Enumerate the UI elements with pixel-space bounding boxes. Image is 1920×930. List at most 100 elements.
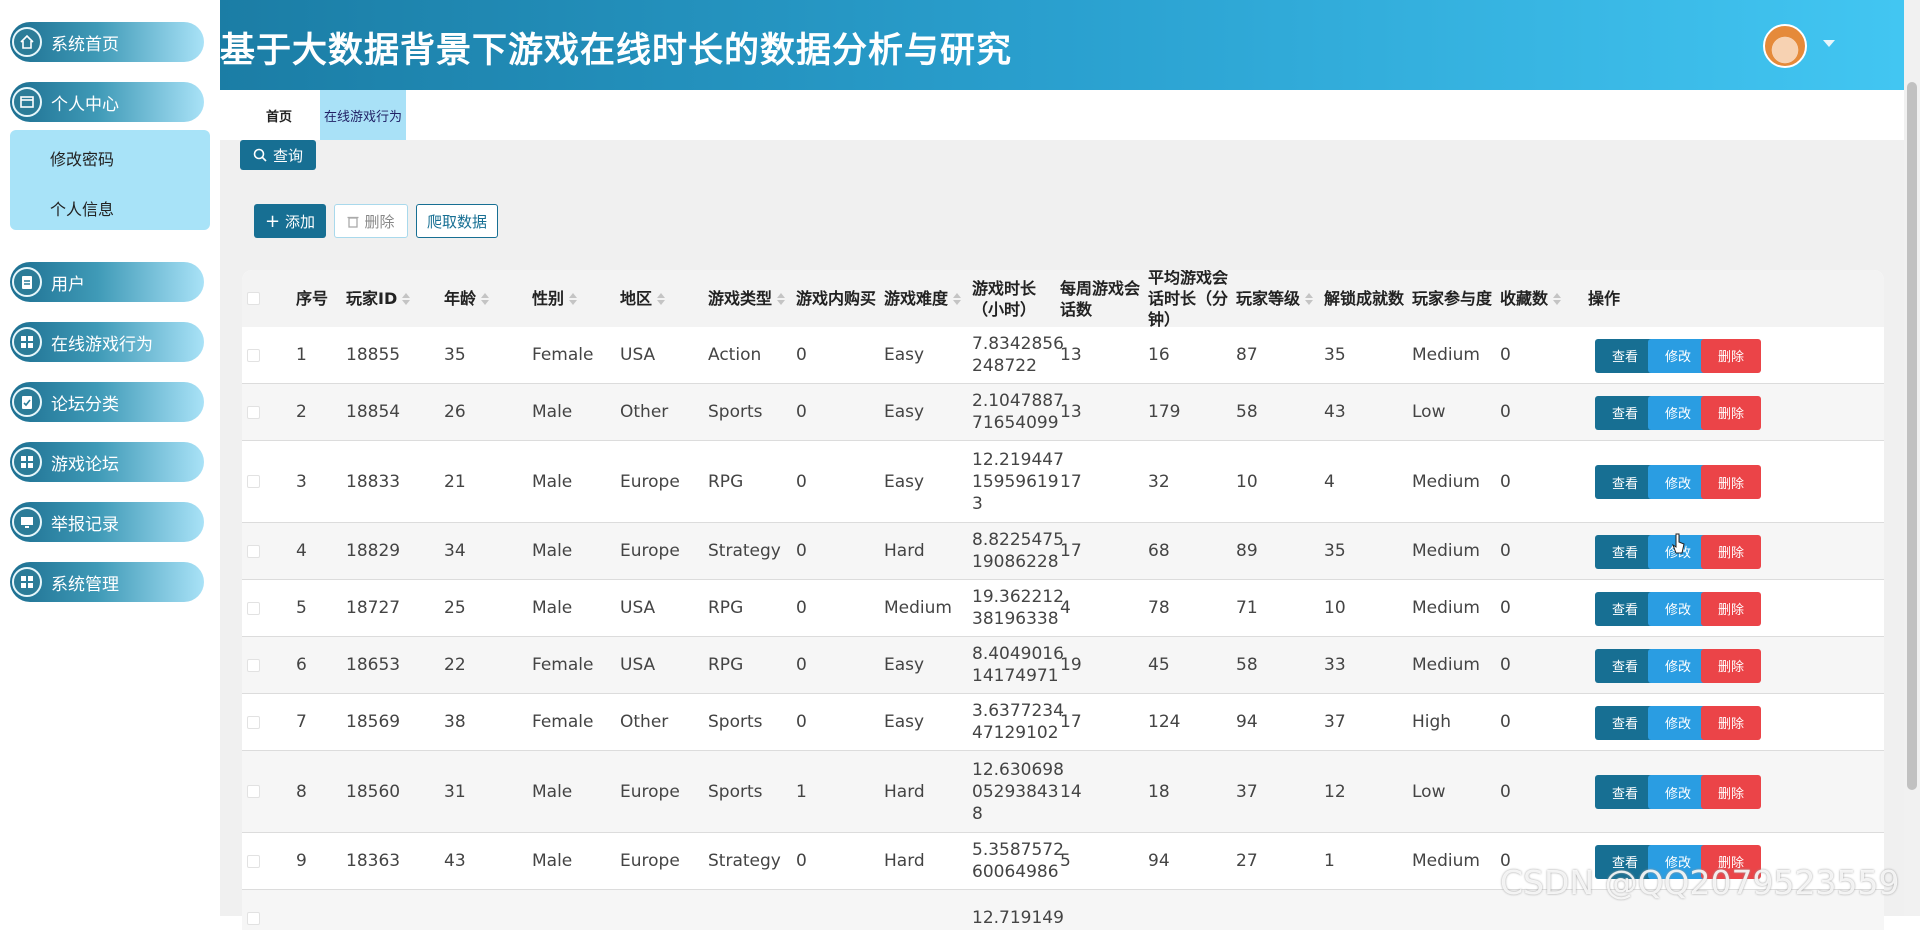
edit-button[interactable]: 修改 [1648,338,1708,373]
cell-avg-session: 68 [1148,541,1170,561]
delete-button[interactable]: 删除 [1701,775,1761,809]
view-button[interactable]: 查看 [1595,338,1655,373]
row-checkbox[interactable] [247,854,260,868]
edit-button[interactable]: 修改 [1648,648,1708,683]
sort-icon[interactable] [777,292,786,305]
view-button[interactable]: 查看 [1595,534,1655,569]
sort-icon[interactable] [569,292,578,305]
scrollbar-thumb[interactable] [1907,82,1917,790]
cell-region: Europe [620,471,680,492]
row-checkbox[interactable] [247,475,260,488]
add-button[interactable]: + 添加 [254,204,326,238]
cell-difficulty: Medium [884,598,952,618]
delete-button[interactable]: 删除 [1701,534,1761,569]
col-header-sessions-per-week[interactable]: 每周游戏会话数 [1060,270,1148,327]
cell-achievements: 12 [1324,781,1346,802]
tab-online-behavior[interactable]: 在线游戏行为 [320,90,406,140]
col-header-favorites[interactable]: 收藏数 [1500,270,1562,327]
row-checkbox[interactable] [247,911,260,925]
delete-button[interactable]: 删除 [1701,705,1761,740]
cell-playtime: 12.630698 05293843 8 [972,759,1064,824]
col-header-gender[interactable]: 性别 [532,270,578,327]
cell-age: 31 [444,781,466,802]
col-header-game-type[interactable]: 游戏类型 [708,270,786,327]
edit-button[interactable]: 修改 [1648,591,1708,626]
col-header-region[interactable]: 地区 [620,270,666,327]
col-header-player-id[interactable]: 玩家ID [346,270,411,327]
cell-favorites: 0 [1500,402,1511,422]
batch-delete-button[interactable]: 删除 [334,204,408,238]
col-header-achievements[interactable]: 解锁成就数 [1324,270,1404,327]
view-button[interactable]: 查看 [1595,465,1655,499]
row-checkbox[interactable] [247,348,260,362]
row-checkbox[interactable] [247,544,260,558]
view-button[interactable]: 查看 [1595,648,1655,683]
search-button[interactable]: 查询 [240,140,316,170]
cell-region: USA [620,345,656,365]
edit-button[interactable]: 修改 [1648,775,1708,809]
mouse-cursor-icon [1672,533,1685,554]
col-header-difficulty[interactable]: 游戏难度 [884,270,962,327]
cell-purchases: 0 [796,541,807,561]
sidebar-item-forum-category[interactable]: 论坛分类 [10,382,204,422]
sidebar-item-home[interactable]: 系统首页 [10,22,204,62]
view-button[interactable]: 查看 [1595,395,1655,430]
crawl-data-button[interactable]: 爬取数据 [416,204,498,238]
delete-button[interactable]: 删除 [1701,465,1761,499]
sort-icon[interactable] [1553,292,1562,305]
cell-difficulty: Easy [884,345,925,365]
col-header-playtime[interactable]: 游戏时长（小时） [972,270,1060,327]
home-icon [12,27,42,57]
edit-button[interactable]: 修改 [1648,705,1708,740]
cell-difficulty: Hard [884,781,925,802]
view-button[interactable]: 查看 [1595,591,1655,626]
view-button[interactable]: 查看 [1595,705,1655,740]
col-header-engagement[interactable]: 玩家参与度 [1412,270,1492,327]
tab-home[interactable]: 首页 [238,90,320,140]
cell-avg-session: 179 [1148,402,1181,422]
select-all-checkbox[interactable] [247,292,260,305]
col-header-avg-session[interactable]: 平均游戏会话时长（分钟） [1148,270,1236,327]
cell-achievements: 43 [1324,402,1346,422]
sidebar-item-profile[interactable]: 个人中心 [10,82,204,122]
col-header-age[interactable]: 年龄 [444,270,490,327]
monitor-icon [12,507,42,537]
cell-gender: Male [532,471,573,492]
grid-icon [12,327,42,357]
delete-button[interactable]: 删除 [1701,338,1761,373]
cell-region: USA [620,655,656,675]
avatar[interactable] [1763,24,1807,68]
cell-gender: Male [532,851,573,871]
sidebar-item-system-management[interactable]: 系统管理 [10,562,204,602]
row-checkbox[interactable] [247,405,260,419]
submenu-change-password[interactable]: 修改密码 [50,146,114,170]
col-header-player-level[interactable]: 玩家等级 [1236,270,1314,327]
edit-button[interactable]: 修改 [1648,465,1708,499]
submenu-personal-info[interactable]: 个人信息 [50,196,114,220]
chevron-down-icon[interactable] [1823,40,1835,47]
sidebar-item-online-behavior[interactable]: 在线游戏行为 [10,322,204,362]
grid-icon [12,567,42,597]
row-checkbox[interactable] [247,785,260,798]
sidebar-item-users[interactable]: 用户 [10,262,204,302]
cell-sessions: 17 [1060,712,1082,732]
sort-icon[interactable] [1305,292,1314,305]
delete-button[interactable]: 删除 [1701,591,1761,626]
sidebar-item-report-records[interactable]: 举报记录 [10,502,204,542]
cell-region: Europe [620,851,680,871]
row-checkbox[interactable] [247,715,260,729]
delete-button[interactable]: 删除 [1701,648,1761,683]
sidebar-item-game-forum[interactable]: 游戏论坛 [10,442,204,482]
sort-icon[interactable] [481,292,490,305]
row-checkbox[interactable] [247,658,260,672]
edit-button[interactable]: 修改 [1648,395,1708,430]
sort-icon[interactable] [657,292,666,305]
cell-playtime: 12.219447 15959619 3 [972,449,1064,514]
delete-button[interactable]: 删除 [1701,395,1761,430]
sort-icon[interactable] [953,292,962,305]
row-checkbox[interactable] [247,601,260,615]
view-button[interactable]: 查看 [1595,775,1655,809]
sort-icon[interactable] [402,292,411,305]
col-header-purchases[interactable]: 游戏内购买 [796,270,884,327]
cell-engagement: Medium [1412,345,1480,365]
